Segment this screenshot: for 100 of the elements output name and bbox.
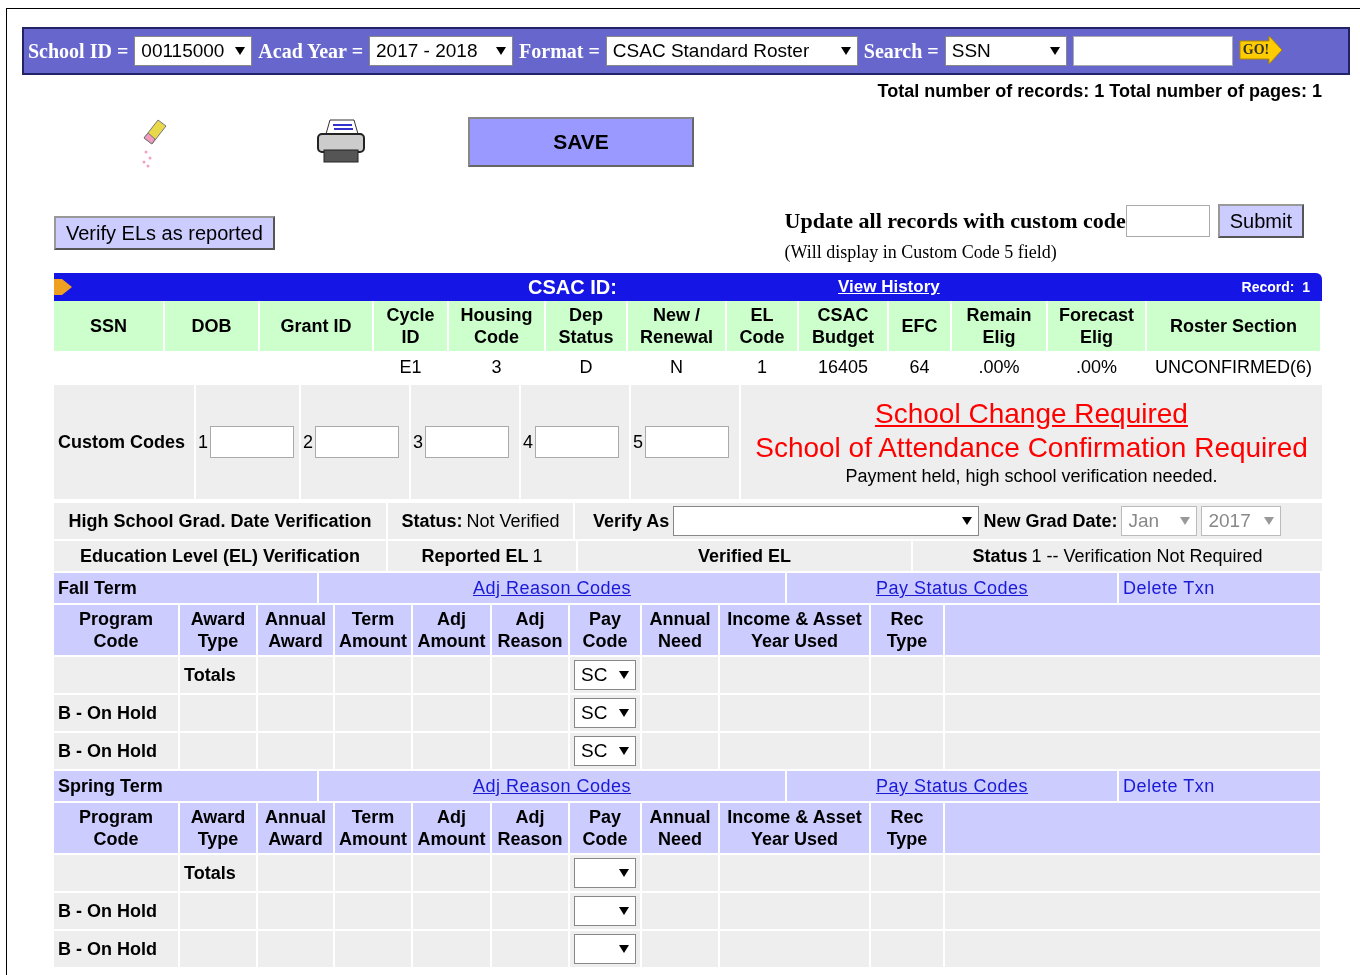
verify-as-label: Verify As bbox=[593, 510, 670, 532]
adj-reason-codes-link[interactable]: Adj Reason Codes bbox=[472, 577, 632, 599]
table-cell: 16405 bbox=[817, 356, 869, 378]
code-number: 4 bbox=[523, 431, 533, 453]
grad-verification-label: High School Grad. Date Verification bbox=[68, 510, 372, 532]
column-header: Term Amount bbox=[335, 803, 413, 853]
table-cell: 3 bbox=[491, 356, 502, 378]
verified-el-label: Verified EL bbox=[697, 545, 791, 567]
delete-txn-link[interactable]: Delete Txn bbox=[1123, 775, 1215, 797]
filter-select[interactable]: CSAC Standard Roster bbox=[605, 36, 858, 66]
totals-label: Totals bbox=[184, 862, 236, 884]
custom-code-field[interactable] bbox=[210, 426, 294, 458]
program-code: B - On Hold bbox=[58, 740, 157, 762]
pay-status-codes-link[interactable]: Pay Status Codes bbox=[875, 577, 1029, 599]
caret-icon bbox=[1264, 517, 1275, 525]
code-number: 5 bbox=[633, 431, 643, 453]
custom-code-field[interactable] bbox=[425, 426, 509, 458]
column-header: Award Type bbox=[180, 803, 258, 853]
table-cell: E1 bbox=[399, 356, 422, 378]
filter-select[interactable]: SSN bbox=[944, 36, 1067, 66]
delete-txn-link[interactable]: Delete Txn bbox=[1123, 577, 1215, 599]
caret-icon bbox=[496, 47, 507, 55]
adj-reason-codes-link[interactable]: Adj Reason Codes bbox=[472, 775, 632, 797]
el-status-value: 1 -- Verification Not Required bbox=[1031, 545, 1263, 567]
program-code: B - On Hold bbox=[58, 900, 157, 922]
pay-code-select[interactable] bbox=[574, 896, 636, 926]
pay-code-select[interactable] bbox=[574, 858, 636, 888]
column-header: Pay Code bbox=[570, 605, 642, 655]
status-value: Not Verified bbox=[466, 510, 560, 532]
custom-code-field[interactable] bbox=[645, 426, 729, 458]
pay-code-select[interactable] bbox=[574, 934, 636, 964]
filter-select[interactable]: 2017 - 2018 bbox=[369, 36, 514, 66]
column-header: Annual Need bbox=[642, 605, 720, 655]
program-code: B - On Hold bbox=[58, 938, 157, 960]
column-header: Rec Type bbox=[871, 605, 945, 655]
column-header: Adj Amount bbox=[413, 803, 492, 853]
column-header: Annual Award bbox=[258, 605, 335, 655]
custom-code-note: (Will display in Custom Code 5 field) bbox=[784, 242, 1058, 263]
table-cell: .00% bbox=[1076, 356, 1117, 378]
code-number: 2 bbox=[303, 431, 313, 453]
table-cell: N bbox=[670, 356, 683, 378]
filter-select[interactable]: 00115000 bbox=[134, 36, 253, 66]
table-cell: 64 bbox=[909, 356, 930, 378]
column-header: Annual Need bbox=[642, 803, 720, 853]
custom-code-field[interactable] bbox=[535, 426, 619, 458]
save-button[interactable]: SAVE bbox=[468, 117, 694, 167]
verify-els-button[interactable]: Verify ELs as reported bbox=[54, 216, 275, 250]
custom-code-field[interactable] bbox=[315, 426, 399, 458]
column-header: Adj Reason bbox=[492, 803, 570, 853]
record-title: CSAC ID: bbox=[528, 275, 617, 299]
arrow-icon bbox=[54, 277, 74, 297]
pay-status-codes-link[interactable]: Pay Status Codes bbox=[875, 775, 1029, 797]
column-header: Term Amount bbox=[335, 605, 413, 655]
pay-code-select[interactable]: SC bbox=[574, 660, 636, 690]
el-verification-label: Education Level (EL) Verification bbox=[79, 545, 361, 567]
caret-icon bbox=[962, 517, 973, 525]
term-title: Spring Term bbox=[54, 771, 319, 801]
code-number: 3 bbox=[413, 431, 423, 453]
submit-button[interactable]: Submit bbox=[1217, 204, 1304, 238]
new-grad-date-label: New Grad Date: bbox=[983, 510, 1118, 532]
column-header: Income & Asset Year Used bbox=[720, 803, 871, 853]
column-header: Program Code bbox=[54, 803, 180, 853]
caret-icon bbox=[619, 869, 629, 877]
totals-label: Totals bbox=[184, 664, 236, 686]
custom-code-field[interactable] bbox=[1125, 205, 1210, 237]
filter-label: Format = bbox=[519, 39, 600, 63]
column-header: Pay Code bbox=[570, 803, 642, 853]
pay-code-select[interactable]: SC bbox=[574, 736, 636, 766]
filter-label: Search = bbox=[863, 39, 939, 63]
pay-code-select[interactable]: SC bbox=[574, 698, 636, 728]
caret-icon bbox=[619, 907, 629, 915]
filter-label: Acad Year = bbox=[258, 39, 364, 63]
column-header: Income & Asset Year Used bbox=[720, 605, 871, 655]
caret-icon bbox=[619, 747, 629, 755]
code-number: 1 bbox=[198, 431, 208, 453]
caret-icon bbox=[619, 671, 629, 679]
caret-icon bbox=[235, 47, 246, 55]
column-header: Adj Reason bbox=[492, 605, 570, 655]
view-history-link[interactable]: View History bbox=[838, 277, 940, 297]
search-field[interactable] bbox=[1072, 36, 1233, 66]
custom-codes-label: Custom Codes bbox=[58, 431, 185, 453]
alert-note: Payment held, high school verification needed. bbox=[845, 465, 1218, 487]
record-number: Record: 1 bbox=[1241, 279, 1310, 295]
table-cell: D bbox=[579, 356, 593, 378]
custom-code-label: Update all records with custom code bbox=[784, 208, 1126, 234]
column-header: Program Code bbox=[54, 605, 180, 655]
caret-icon bbox=[619, 709, 629, 717]
table-cell: .00% bbox=[978, 356, 1020, 378]
caret-icon bbox=[840, 47, 851, 55]
column-header: Adj Amount bbox=[413, 605, 492, 655]
term-title: Fall Term bbox=[54, 573, 319, 603]
alert-title: School of Attendance Confirmation Required bbox=[755, 431, 1308, 464]
column-header: Annual Award bbox=[258, 803, 335, 853]
totals-text: Total number of records: 1 Total number of pages: 1 bbox=[876, 81, 1322, 102]
caret-icon bbox=[619, 945, 629, 953]
verify-as-select[interactable] bbox=[673, 506, 980, 536]
reported-el-label: Reported EL bbox=[421, 545, 529, 567]
column-header: Rec Type bbox=[871, 803, 945, 853]
reported-el-value: 1 bbox=[532, 545, 543, 567]
printer-icon[interactable] bbox=[316, 118, 366, 166]
